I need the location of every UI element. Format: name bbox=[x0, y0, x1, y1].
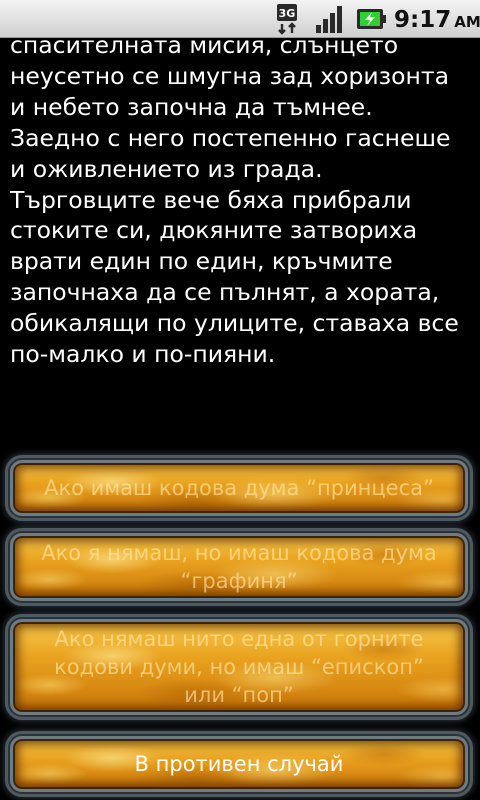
story-line: стоките си, дюкяните затвориха bbox=[10, 216, 418, 245]
choice-label-line: В противен случай bbox=[134, 752, 344, 776]
choice-label-line: Ако я нямаш, но имаш кодова дума bbox=[41, 541, 437, 565]
app-screen: 3G 9:17 AM спасителната мисия, слънцето н… bbox=[0, 0, 480, 800]
story-line: Търговците вече бяха прибрали bbox=[10, 185, 412, 214]
battery-charging-icon bbox=[357, 9, 386, 29]
choice-label-line: Ако нямаш нито една от горните bbox=[54, 627, 424, 651]
clock-time: 9:17 bbox=[394, 7, 452, 33]
choice-label: Ако нямаш нито една от горните кодови ду… bbox=[44, 625, 434, 709]
choice-button-princess[interactable]: Ако имаш кодова дума “принцеса” bbox=[10, 460, 468, 516]
story-line: по-малко и по-пияни. bbox=[10, 340, 276, 369]
choice-label: Ако я нямаш, но имаш кодова дума “графин… bbox=[31, 539, 447, 595]
3g-label: 3G bbox=[279, 7, 296, 20]
choice-label-line: или “поп” bbox=[184, 683, 294, 707]
story-line: неусетно се шмугна зад хоризонта bbox=[10, 61, 449, 90]
signal-strength-icon bbox=[316, 6, 342, 33]
choice-button-countess[interactable]: Ако я нямаш, но имаш кодова дума “графин… bbox=[10, 533, 468, 601]
story-line: врати един по един, кръчмите bbox=[10, 247, 393, 276]
status-clock: 9:17 AM bbox=[394, 6, 480, 34]
choice-label: В противен случай bbox=[125, 750, 354, 778]
story-line: започнаха да се пълнят, а хората, bbox=[10, 278, 440, 307]
story-line: и оживлението из града. bbox=[10, 154, 323, 183]
story-line: обикалящи по улиците, ставаха все bbox=[10, 309, 459, 338]
story-text: спасителната мисия, слънцето неусетно се… bbox=[10, 38, 472, 370]
choice-label-line: Ако имаш кодова дума “принцеса” bbox=[44, 476, 434, 500]
clock-ampm: AM bbox=[454, 13, 480, 31]
choice-label-line: “графиня” bbox=[180, 569, 298, 593]
story-line: спасителната мисия, слънцето bbox=[10, 38, 399, 59]
choice-label-line: кодови думи, но имаш “епископ” bbox=[54, 655, 424, 679]
story-scroll-area[interactable]: спасителната мисия, слънцето неусетно се… bbox=[0, 38, 480, 428]
choice-button-otherwise[interactable]: В противен случай bbox=[10, 736, 468, 792]
story-line: Заедно с него постепенно гаснеше bbox=[10, 123, 451, 152]
3g-data-icon: 3G bbox=[277, 4, 297, 35]
status-bar: 3G 9:17 AM bbox=[0, 0, 480, 38]
story-line: и небето започна да тъмнее. bbox=[10, 92, 373, 121]
choice-button-bishop-priest[interactable]: Ако нямаш нито една от горните кодови ду… bbox=[10, 619, 468, 715]
choice-label: Ако имаш кодова дума “принцеса” bbox=[34, 474, 444, 502]
